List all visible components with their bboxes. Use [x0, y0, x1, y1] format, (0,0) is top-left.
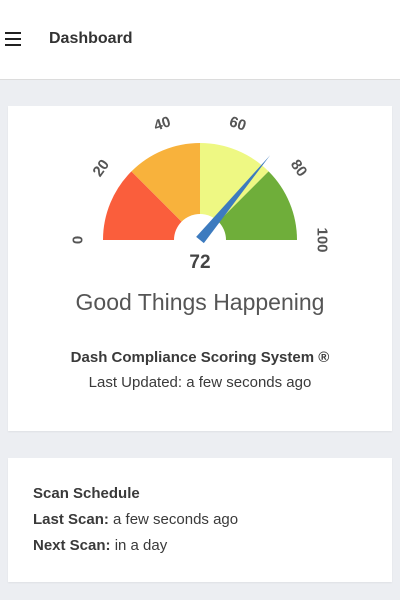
gauge-tick-label: 100 [314, 227, 331, 252]
menu-line [5, 44, 21, 46]
last-updated-value: a few seconds ago [186, 374, 312, 391]
gauge-value: 72 [189, 252, 210, 273]
next-scan-row: Next Scan: in a day [33, 537, 167, 554]
menu-line [5, 32, 21, 34]
scan-schedule-card: Scan Schedule Last Scan: a few seconds a… [8, 458, 392, 582]
next-scan-label: Next Scan: [33, 537, 111, 554]
last-scan-value: a few seconds ago [113, 511, 239, 528]
menu-line [5, 38, 21, 40]
last-updated: Last Updated: a few seconds ago [8, 374, 392, 391]
gauge-tick-label: 60 [227, 113, 248, 134]
score-gauge: 0 20 40 60 80 100 72 [70, 113, 331, 273]
hamburger-menu-icon[interactable] [5, 31, 23, 47]
last-updated-label: Last Updated: [88, 374, 183, 391]
scoring-system-name: Dash Compliance Scoring System ® [70, 349, 330, 366]
compliance-score-card: 0 20 40 60 80 100 72 Good Things Happening Da… [8, 106, 392, 431]
app-bar: Dashboard [0, 0, 400, 80]
scan-schedule-title: Scan Schedule [33, 485, 140, 502]
last-scan-label: Last Scan: [33, 511, 109, 528]
gauge-tick-label: 0 [70, 236, 87, 244]
last-scan-row: Last Scan: a few seconds ago [33, 511, 238, 528]
scan-schedule-heading: Scan Schedule [33, 485, 140, 502]
gauge-tick-label: 20 [90, 157, 114, 180]
gauge-tick-label: 80 [287, 157, 311, 180]
score-status-text: Good Things Happening [75, 289, 325, 315]
gauge-tick-label: 40 [152, 113, 173, 134]
next-scan-value: in a day [114, 537, 168, 554]
page-title: Dashboard [49, 30, 133, 47]
